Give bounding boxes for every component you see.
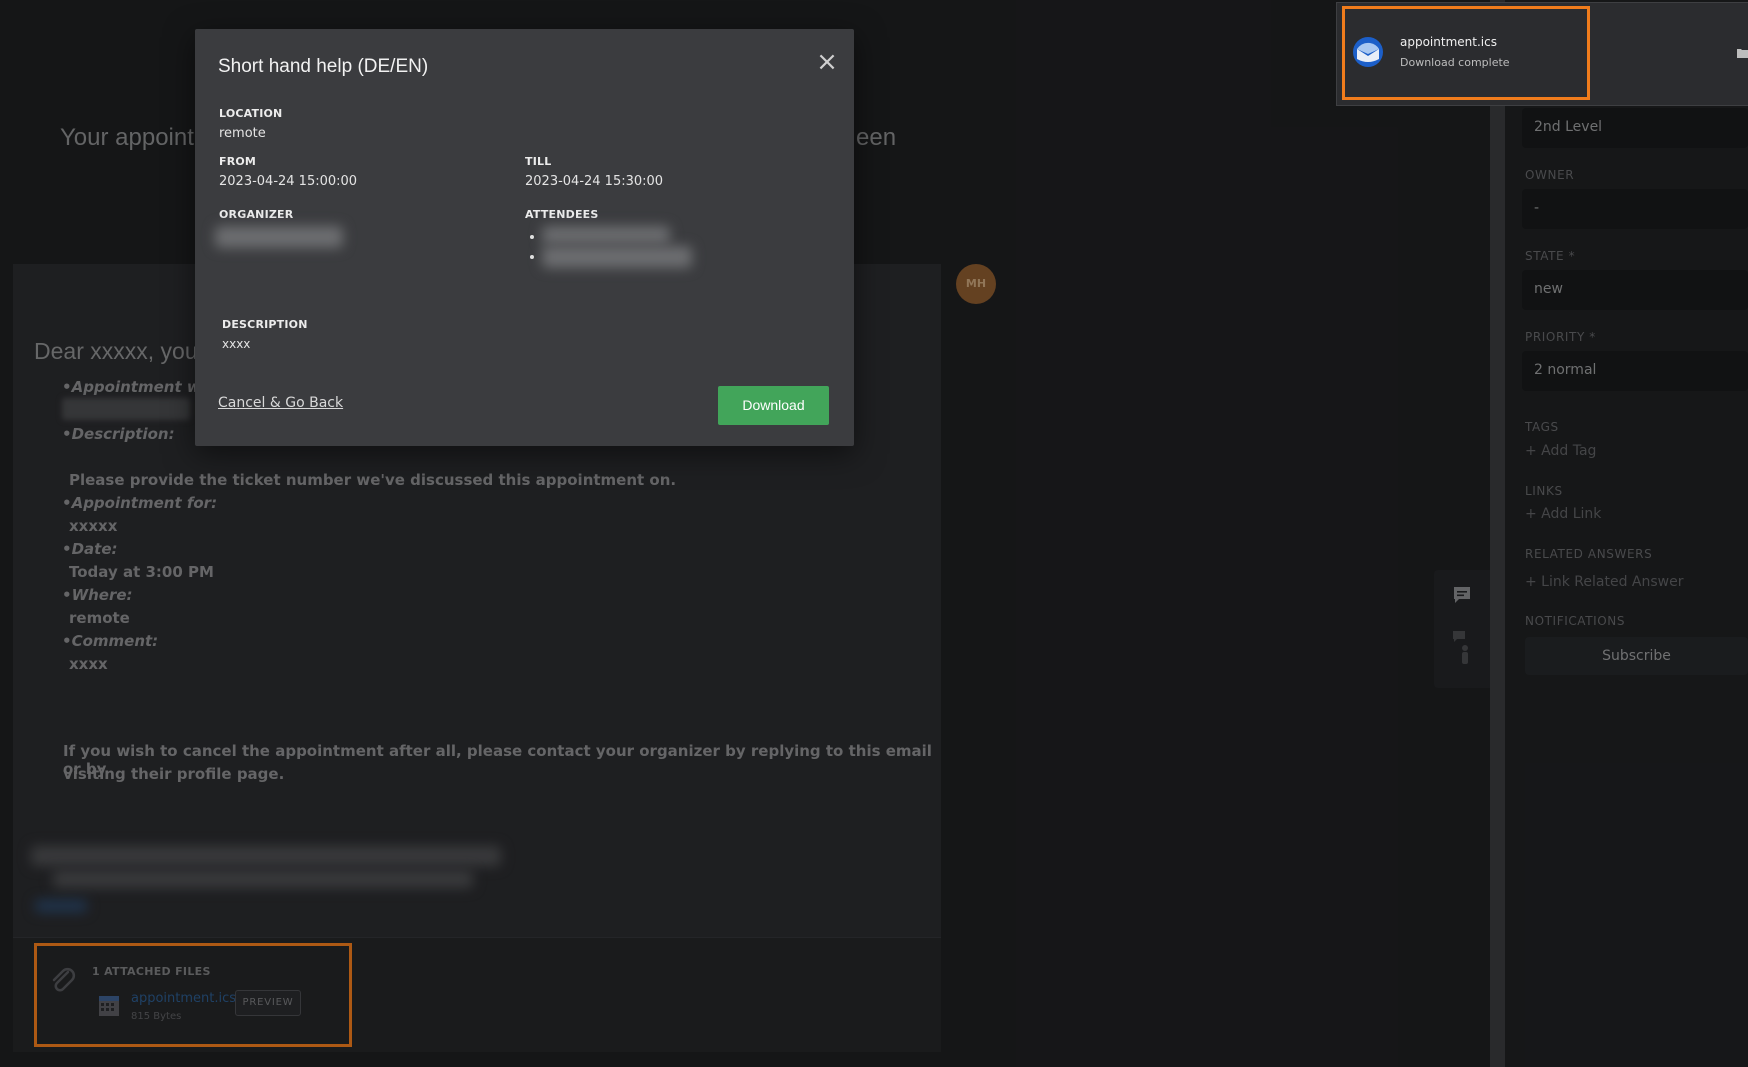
organizer-redacted (215, 226, 343, 248)
attendees-label: ATTENDEES (525, 208, 599, 221)
notification-highlight-box (1342, 6, 1590, 100)
attendee-bullet (530, 255, 534, 259)
cancel-go-back-link[interactable]: Cancel & Go Back (218, 395, 343, 411)
till-value: 2023-04-24 15:30:00 (525, 174, 664, 189)
description-value: xxxx (222, 337, 251, 351)
location-label: LOCATION (219, 107, 283, 120)
folder-icon[interactable] (1737, 48, 1748, 58)
description-label: DESCRIPTION (222, 318, 308, 331)
attendee-redacted-1 (542, 226, 670, 244)
till-label: TILL (525, 155, 552, 168)
organizer-label: ORGANIZER (219, 208, 294, 221)
attendee-redacted-2 (542, 246, 692, 268)
from-value: 2023-04-24 15:00:00 (219, 174, 358, 189)
attendee-bullet (530, 235, 534, 239)
calendar-invite-modal: Short hand help (DE/EN) × LOCATION remot… (195, 29, 854, 446)
download-button[interactable]: Download (718, 386, 829, 425)
from-label: FROM (219, 155, 257, 168)
modal-title: Short hand help (DE/EN) (218, 56, 429, 77)
location-value: remote (219, 126, 266, 141)
close-icon[interactable]: × (814, 49, 840, 75)
